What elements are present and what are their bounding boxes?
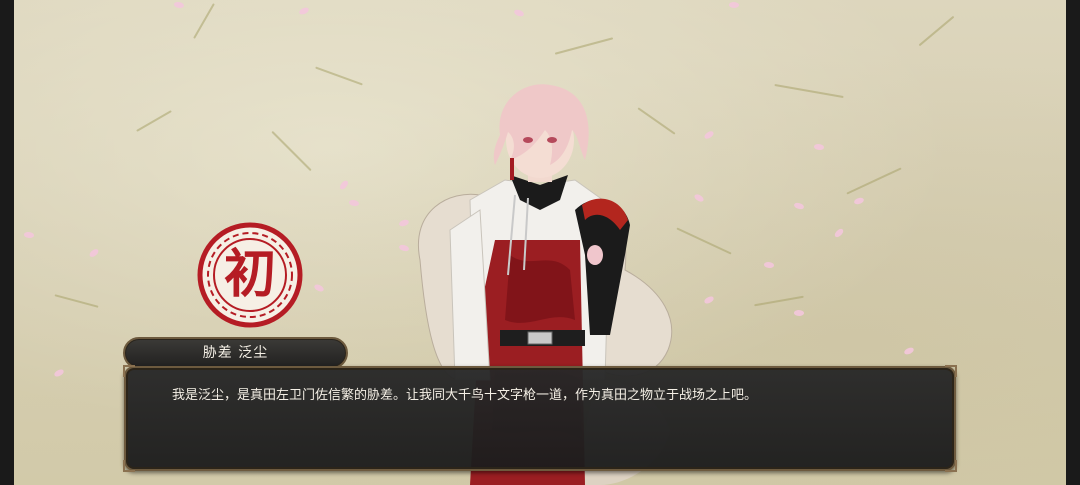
petal [338,179,350,191]
leaf-decoration [754,295,804,307]
petal [313,282,325,294]
petal [173,0,185,10]
leaf-decoration [774,83,844,99]
rank-seal: 初 [195,220,305,330]
leaf-decoration [315,66,363,86]
left-letterbox [0,0,14,485]
petal [703,295,715,305]
frame-corner [123,460,135,472]
petal [53,368,65,378]
frame-corner [945,460,957,472]
leaf-decoration [271,130,312,172]
speaker-nameplate: 胁差 泛尘 [123,337,348,369]
petal [348,198,360,208]
frame-corner [945,365,957,377]
leaf-decoration [554,37,614,55]
game-scene[interactable]: 初 胁差 泛尘 我是泛尘，是真田左卫门佐信繁的胁差。让我同大千鸟十文字枪一道，作… [0,0,1080,485]
petal [853,197,865,205]
petal [88,247,100,259]
leaf-decoration [193,3,215,39]
petal [728,1,740,9]
frame-corner [123,365,135,377]
leaf-decoration [846,167,902,195]
leaf-decoration [54,294,99,308]
speaker-name: 胁差 泛尘 [202,345,269,361]
petal [693,192,705,204]
petal [23,230,35,240]
seal-glyph: 初 [223,244,276,305]
right-letterbox [1066,0,1080,485]
petal [833,227,845,239]
petal [763,260,775,270]
petal [903,346,915,356]
petal [793,201,805,211]
petal [703,130,715,140]
petal [793,309,805,317]
leaf-decoration [918,15,955,47]
dialogue-box[interactable]: 我是泛尘，是真田左卫门佐信繁的胁差。让我同大千鸟十文字枪一道，作为真田之物立于战… [123,365,957,472]
petal [813,142,825,152]
petal [513,7,525,19]
leaf-decoration [136,110,172,132]
dialogue-text: 我是泛尘，是真田左卫门佐信繁的胁差。让我同大千鸟十文字枪一道，作为真田之物立于战… [172,388,758,403]
petal [298,6,310,16]
